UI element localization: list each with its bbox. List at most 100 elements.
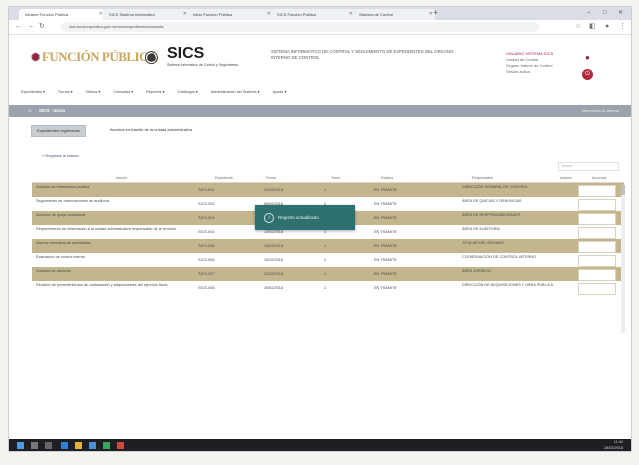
- row-action-button[interactable]: [578, 255, 616, 267]
- browser-tab[interactable]: Intranet Función Pública ✕: [19, 9, 105, 20]
- system-description: SISTEMA INFORMÁTICO DE CONTROL Y SEGUIMI…: [271, 49, 454, 60]
- table-cell-estatus: EN TRÁMITE: [374, 258, 397, 262]
- taskbar-clock[interactable]: 11:42 28/02/2018: [604, 440, 623, 451]
- forward-arrow-icon[interactable]: →: [27, 22, 34, 32]
- column-header[interactable]: Acciones: [592, 174, 607, 182]
- app-icon[interactable]: [103, 442, 110, 449]
- brand-name: FUNCIÓN PÚBLICA: [41, 49, 157, 64]
- table-header: Asunto Expediente Fecha Turno Estatus Re…: [32, 174, 624, 183]
- app-icon[interactable]: [117, 442, 124, 449]
- menu-item[interactable]: Consultas ▾: [113, 90, 133, 94]
- table-cell-exp: SICS-008: [198, 286, 215, 290]
- screenshot-frame: Intranet Función Pública ✕ SICS Sistema I…: [8, 6, 632, 452]
- table-cell-turno: 1: [324, 244, 327, 248]
- windows-start-icon[interactable]: [17, 442, 24, 449]
- table-row[interactable]: Solicitud de información pública SICS-001…: [32, 183, 624, 197]
- page-title: SICS · Inicio: [39, 108, 66, 113]
- table-row[interactable]: Evaluación de control interno SICS-006 19/…: [32, 253, 624, 267]
- table-cell-exp: SICS-007: [198, 272, 215, 276]
- back-arrow-icon[interactable]: ←: [15, 22, 22, 32]
- menu-item[interactable]: Turnos ▾: [58, 90, 73, 94]
- column-header[interactable]: Responsable: [472, 174, 493, 182]
- table-cell-estatus: EN TRÁMITE: [374, 286, 397, 290]
- close-window-button[interactable]: ✕: [618, 7, 623, 20]
- url-input[interactable]: sics.funcionpublica.gob.mx/sics/expedien…: [61, 22, 539, 32]
- row-action-button[interactable]: [578, 283, 616, 295]
- clock-date: 28/02/2018: [603, 445, 623, 450]
- extension-icon[interactable]: ◧: [589, 22, 596, 32]
- search-input[interactable]: Buscar...: [558, 162, 619, 171]
- site-header: ✺ FUNCIÓN PÚBLICA ◉ SICS Sistema Informá…: [9, 35, 631, 85]
- table-cell-estatus: EN TRÁMITE: [374, 272, 397, 276]
- table-body: Solicitud de información pública SICS-001…: [32, 183, 624, 295]
- reload-icon[interactable]: ↻: [39, 22, 45, 32]
- table-row[interactable]: Informe trimestral de actividades SICS-00…: [32, 239, 624, 253]
- table-cell-exp: SICS-005: [198, 244, 215, 248]
- menu-item[interactable]: Ayuda ▾: [273, 90, 287, 94]
- row-action-button[interactable]: [578, 241, 616, 253]
- menu-item[interactable]: Oficios ▾: [86, 90, 101, 94]
- column-header[interactable]: Estatus: [381, 174, 393, 182]
- records-table: Asunto Expediente Fecha Turno Estatus Re…: [32, 174, 624, 295]
- table-cell-estatus: EN TRÁMITE: [374, 244, 397, 248]
- column-header[interactable]: Avance: [560, 174, 572, 182]
- table-cell-estatus: EN TRÁMITE: [374, 230, 397, 234]
- edge-browser-icon[interactable]: [61, 442, 68, 449]
- browser-tab[interactable]: SICS Función Pública ✕: [271, 9, 355, 20]
- table-cell-turno: 2: [324, 286, 327, 290]
- tab-label: Inicio Función Pública: [193, 12, 232, 17]
- scrollbar[interactable]: [621, 185, 625, 333]
- table-cell-estatus: EN TRÁMITE: [374, 216, 397, 220]
- column-header[interactable]: Fecha: [266, 174, 276, 182]
- notification-toast[interactable]: i Registro actualizado: [255, 205, 355, 230]
- new-tab-button[interactable]: +: [433, 8, 438, 17]
- column-header[interactable]: Asunto: [116, 174, 127, 182]
- menu-item[interactable]: Administración del Sistema ▾: [211, 90, 260, 94]
- row-action-button[interactable]: [578, 269, 616, 281]
- browser-tab[interactable]: Inicio Función Pública ✕: [187, 9, 273, 20]
- maximize-button[interactable]: □: [603, 7, 607, 20]
- file-explorer-icon[interactable]: [75, 442, 82, 449]
- table-cell-exp: SICS-004: [198, 230, 215, 234]
- browser-tab[interactable]: SICS Sistema Informático ✕: [103, 9, 189, 20]
- funcion-publica-logo[interactable]: ✺ FUNCIÓN PÚBLICA: [31, 49, 157, 65]
- info-icon: i: [264, 213, 274, 223]
- menu-item[interactable]: Catálogos ▾: [178, 90, 198, 94]
- table-cell-estatus: EN TRÁMITE: [374, 202, 397, 206]
- table-cell-exp: SICS-002: [198, 202, 215, 206]
- row-action-button[interactable]: [578, 185, 616, 197]
- tab-asuntos[interactable]: Asuntos en trámite de la unidad administ…: [105, 125, 197, 135]
- table-row[interactable]: Solicitud de atención SICS-007 22/02/2018 1…: [32, 267, 624, 281]
- table-cell-exp: SICS-003: [198, 216, 215, 220]
- home-icon[interactable]: ⌂: [28, 105, 32, 117]
- app-icon[interactable]: [89, 442, 96, 449]
- table-row[interactable]: Revisión de procedimientos de contrataci…: [32, 281, 624, 295]
- star-icon[interactable]: ☆: [575, 22, 581, 32]
- table-cell-turno: 1: [324, 188, 327, 192]
- user-icon[interactable]: ●: [585, 53, 590, 62]
- row-action-button[interactable]: [578, 227, 616, 239]
- table-cell-fecha: 22/02/2018: [264, 272, 284, 276]
- page-title-bar: ⌂ SICS · Inicio Bienvenido al sistema: [9, 105, 631, 117]
- row-action-button[interactable]: [578, 213, 616, 225]
- column-header[interactable]: Expediente: [215, 174, 233, 182]
- browser-tab[interactable]: Sistema de Control ✕: [353, 9, 435, 20]
- tab-expedientes[interactable]: Expedientes registrados: [31, 125, 86, 137]
- search-icon[interactable]: [31, 442, 38, 449]
- taskbar: 11:42 28/02/2018: [9, 439, 631, 451]
- sics-logo[interactable]: SICS: [167, 45, 204, 63]
- menu-item[interactable]: Reportes ▾: [146, 90, 164, 94]
- menu-item[interactable]: Expedientes ▾: [21, 90, 45, 94]
- back-link[interactable]: « Regresar al listado: [42, 153, 79, 158]
- table-cell-exp: SICS-006: [198, 258, 215, 262]
- table-cell-fecha: 15/02/2018: [264, 244, 284, 248]
- row-action-button[interactable]: [578, 199, 616, 211]
- scrollbar-thumb[interactable]: [621, 185, 625, 195]
- menu-dots-icon[interactable]: ⋮: [619, 22, 626, 32]
- table-cell-resp: DIRECCIÓN DE ADQUISICIONES Y OBRA PÚBLIC…: [462, 283, 554, 287]
- logout-power-icon[interactable]: ⏻: [582, 69, 593, 80]
- task-view-icon[interactable]: [45, 442, 52, 449]
- profile-icon[interactable]: ●: [605, 22, 609, 32]
- column-header[interactable]: Turno: [331, 174, 340, 182]
- minimize-button[interactable]: –: [587, 7, 590, 20]
